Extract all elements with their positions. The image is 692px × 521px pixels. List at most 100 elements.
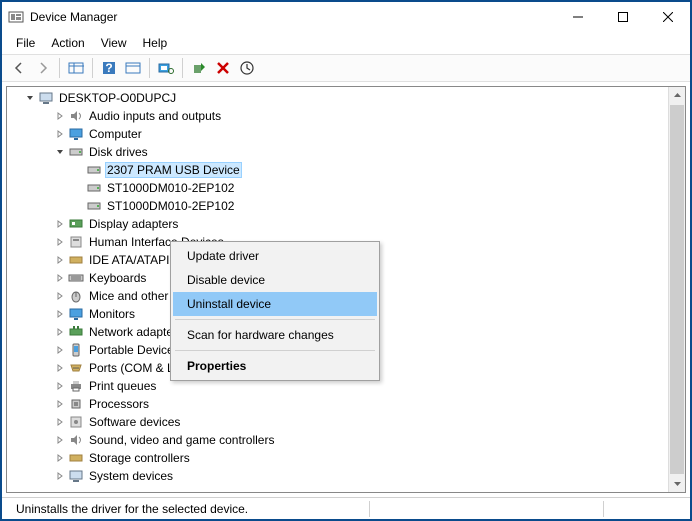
chevron-right-icon[interactable] xyxy=(53,343,67,357)
chevron-right-icon[interactable] xyxy=(53,109,67,123)
chevron-right-icon[interactable] xyxy=(53,325,67,339)
tree-category-display[interactable]: Display adapters xyxy=(9,215,685,233)
display-adapter-icon xyxy=(68,216,84,232)
chevron-right-icon[interactable] xyxy=(53,361,67,375)
menu-uninstall-device[interactable]: Uninstall device xyxy=(173,292,377,316)
maximize-button[interactable] xyxy=(600,2,645,32)
chevron-right-icon[interactable] xyxy=(53,415,67,429)
menu-help[interactable]: Help xyxy=(137,34,174,52)
menu-update-driver[interactable]: Update driver xyxy=(173,244,377,268)
tree-label: 2307 PRAM USB Device xyxy=(105,162,242,178)
tree-item-disk-selected[interactable]: 2307 PRAM USB Device xyxy=(9,161,685,179)
back-button[interactable] xyxy=(8,57,30,79)
vertical-scrollbar[interactable] xyxy=(668,87,685,492)
minimize-button[interactable] xyxy=(555,2,600,32)
menu-action[interactable]: Action xyxy=(45,34,90,52)
toolbar-separator xyxy=(182,58,183,78)
keyboard-icon xyxy=(68,270,84,286)
computer-icon xyxy=(38,90,54,106)
cpu-icon xyxy=(68,396,84,412)
tree-label: Audio inputs and outputs xyxy=(87,108,223,124)
printer-icon xyxy=(68,378,84,394)
scan-hardware-button[interactable] xyxy=(155,57,177,79)
scroll-down-icon[interactable] xyxy=(669,475,685,492)
portable-icon xyxy=(68,342,84,358)
tree-category-computer[interactable]: Computer xyxy=(9,125,685,143)
port-icon xyxy=(68,360,84,376)
statusbar-divider xyxy=(603,501,604,517)
close-button[interactable] xyxy=(645,2,690,32)
tree-label: Processors xyxy=(87,396,151,412)
uninstall-device-button[interactable] xyxy=(212,57,234,79)
show-hide-tree-button[interactable] xyxy=(65,57,87,79)
tree-label: Storage controllers xyxy=(87,450,192,466)
chevron-right-icon[interactable] xyxy=(53,217,67,231)
tree-label: System devices xyxy=(87,468,175,484)
chevron-right-icon[interactable] xyxy=(53,451,67,465)
spacer xyxy=(71,163,85,177)
hid-icon xyxy=(68,234,84,250)
tree-category-system[interactable]: System devices xyxy=(9,467,685,485)
enable-device-button[interactable] xyxy=(188,57,210,79)
tree-label: ST1000DM010-2EP102 xyxy=(105,198,236,214)
tree-item-disk[interactable]: ST1000DM010-2EP102 xyxy=(9,179,685,197)
spacer xyxy=(71,181,85,195)
forward-button[interactable] xyxy=(32,57,54,79)
tree-root[interactable]: DESKTOP-O0DUPCJ xyxy=(9,89,685,107)
chevron-right-icon[interactable] xyxy=(53,307,67,321)
menu-file[interactable]: File xyxy=(10,34,41,52)
toolbar-separator xyxy=(149,58,150,78)
chevron-down-icon[interactable] xyxy=(53,145,67,159)
properties-button[interactable] xyxy=(122,57,144,79)
chevron-right-icon[interactable] xyxy=(53,433,67,447)
tree-category-sound[interactable]: Sound, video and game controllers xyxy=(9,431,685,449)
device-manager-window: Device Manager File Action View Help ? xyxy=(0,0,692,521)
tree-label: DESKTOP-O0DUPCJ xyxy=(57,90,178,106)
speaker-icon xyxy=(68,432,84,448)
scroll-up-icon[interactable] xyxy=(669,87,685,104)
chevron-right-icon[interactable] xyxy=(53,235,67,249)
drive-icon xyxy=(68,144,84,160)
speaker-icon xyxy=(68,108,84,124)
chevron-down-icon[interactable] xyxy=(23,91,37,105)
monitor-icon xyxy=(68,126,84,142)
tree-category-processors[interactable]: Processors xyxy=(9,395,685,413)
chevron-right-icon[interactable] xyxy=(53,379,67,393)
chevron-right-icon[interactable] xyxy=(53,289,67,303)
chevron-right-icon[interactable] xyxy=(53,397,67,411)
update-driver-button[interactable] xyxy=(236,57,258,79)
network-icon xyxy=(68,324,84,340)
chevron-right-icon[interactable] xyxy=(53,127,67,141)
controller-icon xyxy=(68,450,84,466)
menu-disable-device[interactable]: Disable device xyxy=(173,268,377,292)
tree-item-disk[interactable]: ST1000DM010-2EP102 xyxy=(9,197,685,215)
monitor-icon xyxy=(68,306,84,322)
help-button[interactable]: ? xyxy=(98,57,120,79)
tree-category-diskdrives[interactable]: Disk drives xyxy=(9,143,685,161)
spacer xyxy=(71,199,85,213)
tree-label: Print queues xyxy=(87,378,158,394)
tree-category-storage[interactable]: Storage controllers xyxy=(9,449,685,467)
tree-label: ST1000DM010-2EP102 xyxy=(105,180,236,196)
tree-label: Display adapters xyxy=(87,216,180,232)
menu-scan-hardware[interactable]: Scan for hardware changes xyxy=(173,323,377,347)
tree-category-software[interactable]: Software devices xyxy=(9,413,685,431)
statusbar: Uninstalls the driver for the selected d… xyxy=(2,497,690,519)
chevron-right-icon[interactable] xyxy=(53,253,67,267)
toolbar-separator xyxy=(92,58,93,78)
context-menu: Update driver Disable device Uninstall d… xyxy=(170,241,380,381)
tree-label: Portable Devices xyxy=(87,342,182,358)
chevron-right-icon[interactable] xyxy=(53,271,67,285)
menu-properties[interactable]: Properties xyxy=(173,354,377,378)
tree-category-audio[interactable]: Audio inputs and outputs xyxy=(9,107,685,125)
software-icon xyxy=(68,414,84,430)
system-icon xyxy=(68,468,84,484)
scrollbar-thumb[interactable] xyxy=(669,104,685,475)
status-text: Uninstalls the driver for the selected d… xyxy=(8,502,256,516)
tree-label: Keyboards xyxy=(87,270,148,286)
menu-separator xyxy=(175,350,375,351)
drive-icon xyxy=(86,180,102,196)
chevron-right-icon[interactable] xyxy=(53,469,67,483)
menu-view[interactable]: View xyxy=(95,34,133,52)
titlebar: Device Manager xyxy=(2,2,690,32)
